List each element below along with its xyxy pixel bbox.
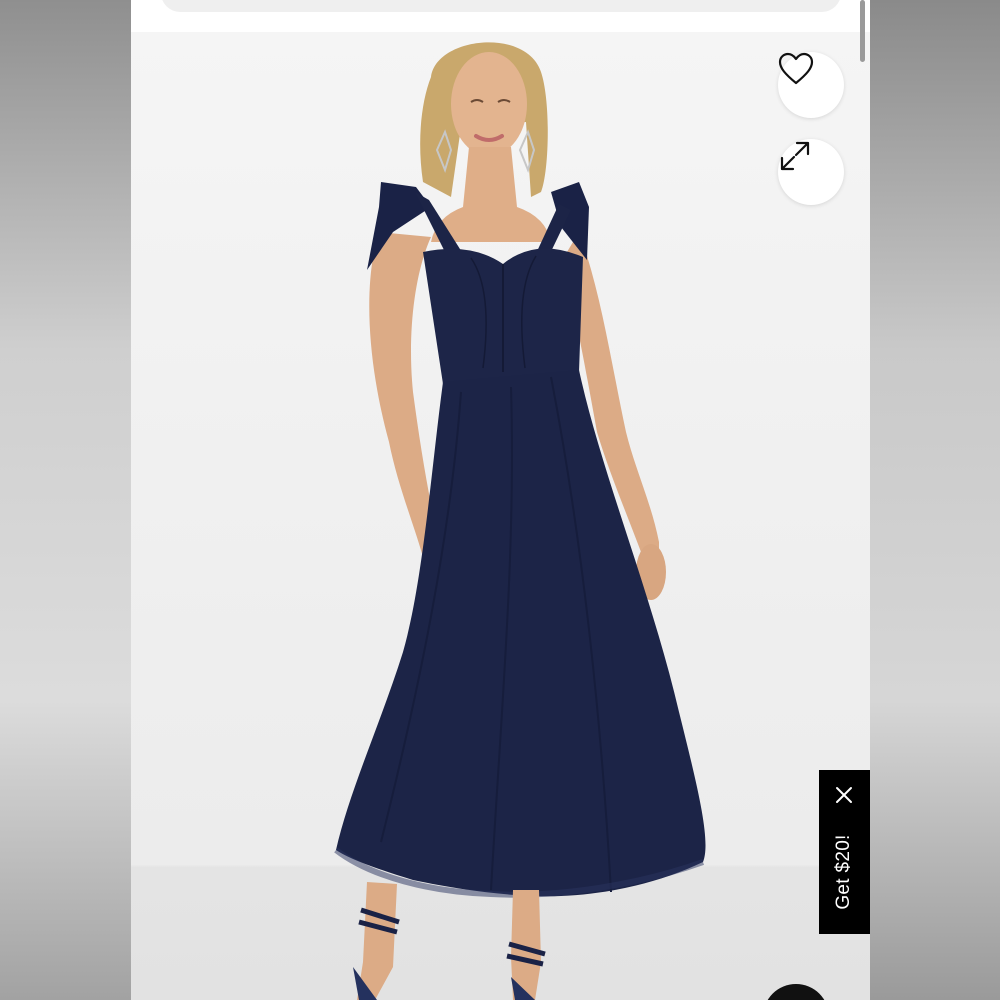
scrollbar-thumb[interactable] — [860, 0, 865, 62]
promo-tab[interactable]: Get $20! — [819, 770, 870, 934]
left-backdrop — [0, 0, 131, 1000]
product-image[interactable] — [131, 32, 870, 1000]
search-bar[interactable] — [161, 0, 841, 12]
expand-arrows-icon — [780, 141, 810, 171]
phone-screen: Get $20! — [131, 0, 870, 1000]
expand-button[interactable] — [778, 139, 844, 205]
promo-label[interactable]: Get $20! — [833, 834, 855, 909]
wishlist-button[interactable] — [778, 52, 844, 118]
heart-icon — [778, 52, 814, 85]
promo-close-button[interactable] — [832, 783, 856, 807]
top-bar — [131, 0, 870, 32]
right-backdrop — [870, 0, 1000, 1000]
close-icon — [836, 787, 852, 803]
product-photo-illustration — [334, 42, 706, 1000]
